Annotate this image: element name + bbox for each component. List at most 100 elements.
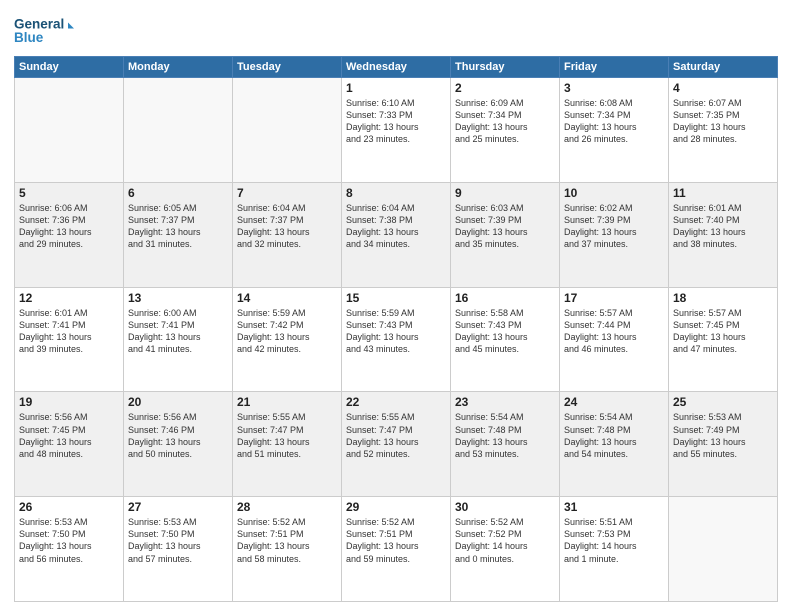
day-info: Sunrise: 5:53 AM Sunset: 7:49 PM Dayligh… (673, 411, 773, 460)
day-info: Sunrise: 6:06 AM Sunset: 7:36 PM Dayligh… (19, 202, 119, 251)
day-number: 9 (455, 186, 555, 200)
calendar-week-row: 26 Sunrise: 5:53 AM Sunset: 7:50 PM Dayli… (15, 497, 778, 602)
day-info: Sunrise: 5:57 AM Sunset: 7:44 PM Dayligh… (564, 307, 664, 356)
calendar-cell: 1Sunrise: 6:10 AM Sunset: 7:33 PM Daylig… (342, 78, 451, 183)
weekday-header-friday: Friday (560, 57, 669, 78)
calendar-cell: 5Sunrise: 6:06 AM Sunset: 7:36 PM Daylig… (15, 182, 124, 287)
calendar-cell: 12Sunrise: 6:01 AM Sunset: 7:41 PM Dayli… (15, 287, 124, 392)
calendar-cell: 9 Sunrise: 6:03 AM Sunset: 7:39 PM Daylig… (451, 182, 560, 287)
calendar-cell: 16 Sunrise: 5:58 AM Sunset: 7:43 PM Dayli… (451, 287, 560, 392)
day-number: 23 (455, 395, 555, 409)
day-number: 27 (128, 500, 228, 514)
weekday-header-wednesday: Wednesday (342, 57, 451, 78)
day-info: Sunrise: 6:02 AM Sunset: 7:39 PM Dayligh… (564, 202, 664, 251)
calendar-week-row: 12Sunrise: 6:01 AM Sunset: 7:41 PM Dayli… (15, 287, 778, 392)
calendar-cell: 10 Sunrise: 6:02 AM Sunset: 7:39 PM Dayli… (560, 182, 669, 287)
weekday-header-row: SundayMondayTuesdayWednesdayThursdayFrid… (15, 57, 778, 78)
calendar-cell: 21Sunrise: 5:55 AM Sunset: 7:47 PM Dayli… (233, 392, 342, 497)
page: General Blue SundayMondayTuesdayWednesda… (0, 0, 792, 612)
logo: General Blue (14, 10, 74, 50)
calendar-cell: 20 Sunrise: 5:56 AM Sunset: 7:46 PM Dayli… (124, 392, 233, 497)
calendar-cell: 14 Sunrise: 5:59 AM Sunset: 7:42 PM Dayli… (233, 287, 342, 392)
day-info: Sunrise: 5:51 AM Sunset: 7:53 PM Dayligh… (564, 516, 664, 565)
day-info: Sunrise: 6:04 AM Sunset: 7:38 PM Dayligh… (346, 202, 446, 251)
day-info: Sunrise: 6:08 AM Sunset: 7:34 PM Dayligh… (564, 97, 664, 146)
day-number: 13 (128, 291, 228, 305)
day-info: Sunrise: 5:52 AM Sunset: 7:51 PM Dayligh… (346, 516, 446, 565)
day-number: 6 (128, 186, 228, 200)
calendar-cell: 4 Sunrise: 6:07 AM Sunset: 7:35 PM Daylig… (669, 78, 778, 183)
day-number: 22 (346, 395, 446, 409)
day-info: Sunrise: 6:07 AM Sunset: 7:35 PM Dayligh… (673, 97, 773, 146)
calendar-week-row: 5Sunrise: 6:06 AM Sunset: 7:36 PM Daylig… (15, 182, 778, 287)
day-number: 31 (564, 500, 664, 514)
day-number: 25 (673, 395, 773, 409)
day-info: Sunrise: 5:52 AM Sunset: 7:51 PM Dayligh… (237, 516, 337, 565)
day-number: 28 (237, 500, 337, 514)
day-info: Sunrise: 6:05 AM Sunset: 7:37 PM Dayligh… (128, 202, 228, 251)
day-info: Sunrise: 5:53 AM Sunset: 7:50 PM Dayligh… (128, 516, 228, 565)
day-number: 4 (673, 81, 773, 95)
calendar-week-row: 1Sunrise: 6:10 AM Sunset: 7:33 PM Daylig… (15, 78, 778, 183)
calendar-cell: 2Sunrise: 6:09 AM Sunset: 7:34 PM Daylig… (451, 78, 560, 183)
day-info: Sunrise: 5:57 AM Sunset: 7:45 PM Dayligh… (673, 307, 773, 356)
day-number: 16 (455, 291, 555, 305)
day-number: 20 (128, 395, 228, 409)
day-info: Sunrise: 6:00 AM Sunset: 7:41 PM Dayligh… (128, 307, 228, 356)
day-number: 18 (673, 291, 773, 305)
calendar-cell: 18 Sunrise: 5:57 AM Sunset: 7:45 PM Dayli… (669, 287, 778, 392)
day-number: 17 (564, 291, 664, 305)
calendar-cell: 26Sunrise: 5:53 AM Sunset: 7:50 PM Dayli… (15, 497, 124, 602)
day-info: Sunrise: 6:01 AM Sunset: 7:40 PM Dayligh… (673, 202, 773, 251)
calendar-cell: 25 Sunrise: 5:53 AM Sunset: 7:49 PM Dayli… (669, 392, 778, 497)
calendar-cell: 27 Sunrise: 5:53 AM Sunset: 7:50 PM Dayli… (124, 497, 233, 602)
calendar-cell: 11 Sunrise: 6:01 AM Sunset: 7:40 PM Dayli… (669, 182, 778, 287)
day-number: 12 (19, 291, 119, 305)
logo-svg: General Blue (14, 10, 74, 50)
calendar-cell (233, 78, 342, 183)
header: General Blue (14, 10, 778, 50)
calendar-cell: 6 Sunrise: 6:05 AM Sunset: 7:37 PM Daylig… (124, 182, 233, 287)
day-number: 7 (237, 186, 337, 200)
calendar-cell: 3 Sunrise: 6:08 AM Sunset: 7:34 PM Daylig… (560, 78, 669, 183)
calendar-cell: 30 Sunrise: 5:52 AM Sunset: 7:52 PM Dayli… (451, 497, 560, 602)
calendar-week-row: 19Sunrise: 5:56 AM Sunset: 7:45 PM Dayli… (15, 392, 778, 497)
day-info: Sunrise: 5:52 AM Sunset: 7:52 PM Dayligh… (455, 516, 555, 565)
calendar-cell: 29Sunrise: 5:52 AM Sunset: 7:51 PM Dayli… (342, 497, 451, 602)
calendar-cell: 19Sunrise: 5:56 AM Sunset: 7:45 PM Dayli… (15, 392, 124, 497)
day-number: 11 (673, 186, 773, 200)
calendar-cell: 23 Sunrise: 5:54 AM Sunset: 7:48 PM Dayli… (451, 392, 560, 497)
calendar-cell: 17 Sunrise: 5:57 AM Sunset: 7:44 PM Dayli… (560, 287, 669, 392)
day-number: 21 (237, 395, 337, 409)
calendar-cell: 24 Sunrise: 5:54 AM Sunset: 7:48 PM Dayli… (560, 392, 669, 497)
day-number: 30 (455, 500, 555, 514)
day-number: 14 (237, 291, 337, 305)
day-number: 26 (19, 500, 119, 514)
day-number: 24 (564, 395, 664, 409)
calendar-cell: 8Sunrise: 6:04 AM Sunset: 7:38 PM Daylig… (342, 182, 451, 287)
calendar-cell: 31 Sunrise: 5:51 AM Sunset: 7:53 PM Dayli… (560, 497, 669, 602)
day-number: 19 (19, 395, 119, 409)
day-number: 15 (346, 291, 446, 305)
day-info: Sunrise: 5:59 AM Sunset: 7:43 PM Dayligh… (346, 307, 446, 356)
day-info: Sunrise: 5:58 AM Sunset: 7:43 PM Dayligh… (455, 307, 555, 356)
weekday-header-sunday: Sunday (15, 57, 124, 78)
day-info: Sunrise: 5:54 AM Sunset: 7:48 PM Dayligh… (564, 411, 664, 460)
svg-text:General: General (14, 17, 64, 32)
calendar-cell: 28 Sunrise: 5:52 AM Sunset: 7:51 PM Dayli… (233, 497, 342, 602)
day-info: Sunrise: 5:56 AM Sunset: 7:46 PM Dayligh… (128, 411, 228, 460)
day-number: 1 (346, 81, 446, 95)
calendar-cell: 7Sunrise: 6:04 AM Sunset: 7:37 PM Daylig… (233, 182, 342, 287)
day-info: Sunrise: 6:03 AM Sunset: 7:39 PM Dayligh… (455, 202, 555, 251)
calendar-cell: 13 Sunrise: 6:00 AM Sunset: 7:41 PM Dayli… (124, 287, 233, 392)
svg-text:Blue: Blue (14, 30, 44, 45)
calendar-cell: 15 Sunrise: 5:59 AM Sunset: 7:43 PM Dayli… (342, 287, 451, 392)
weekday-header-monday: Monday (124, 57, 233, 78)
day-number: 10 (564, 186, 664, 200)
weekday-header-saturday: Saturday (669, 57, 778, 78)
day-info: Sunrise: 5:59 AM Sunset: 7:42 PM Dayligh… (237, 307, 337, 356)
day-info: Sunrise: 5:54 AM Sunset: 7:48 PM Dayligh… (455, 411, 555, 460)
day-info: Sunrise: 5:55 AM Sunset: 7:47 PM Dayligh… (346, 411, 446, 460)
day-info: Sunrise: 6:09 AM Sunset: 7:34 PM Dayligh… (455, 97, 555, 146)
day-number: 3 (564, 81, 664, 95)
